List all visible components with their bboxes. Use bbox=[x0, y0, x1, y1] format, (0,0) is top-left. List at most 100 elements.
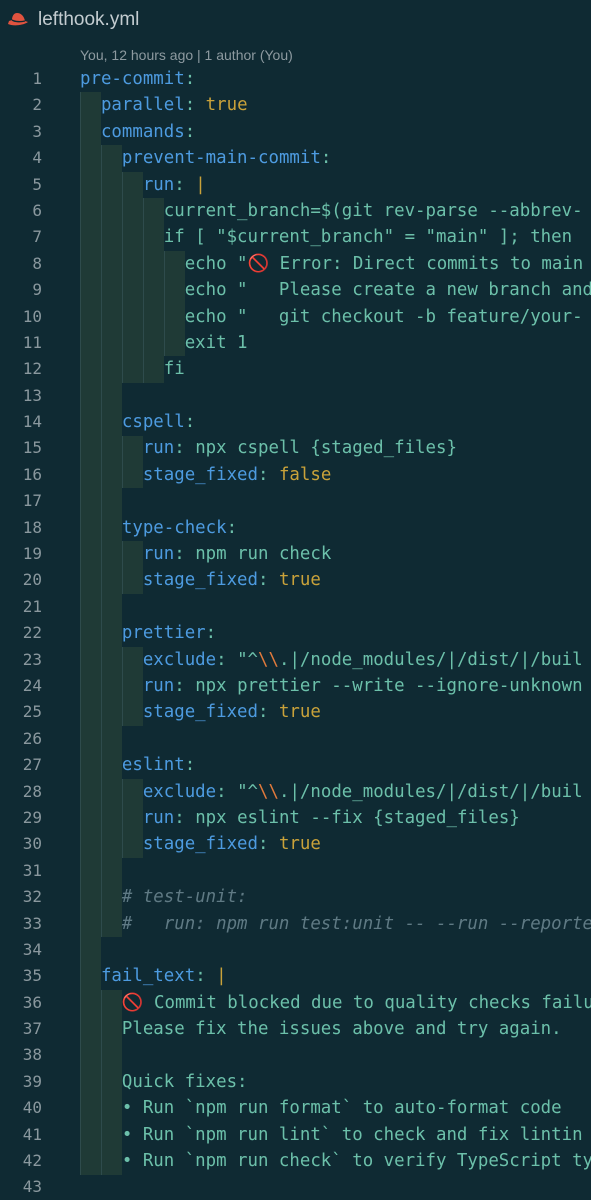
code-token: 🚫 Commit blocked due to quality checks f… bbox=[80, 992, 591, 1013]
code-token: current_branch=$(git rev-parse --abbrev- bbox=[80, 200, 583, 221]
code-line[interactable]: 41 • Run `npm run lint` to check and fix… bbox=[0, 1122, 591, 1148]
code-token: run bbox=[142, 174, 175, 195]
line-number: 32 bbox=[22, 887, 42, 907]
code-token: : npx prettier --write --ignore-unknown bbox=[174, 675, 583, 696]
code-line[interactable]: 11 exit 1 bbox=[0, 330, 591, 356]
line-number: 28 bbox=[22, 781, 42, 801]
code-token: echo " Please create a new branch and bbox=[80, 280, 591, 301]
code-token: exclude bbox=[142, 649, 217, 670]
code-line[interactable]: 27 eslint: bbox=[0, 752, 591, 778]
code-line[interactable]: 4 prevent-main-commit: bbox=[0, 145, 591, 171]
code-line[interactable]: 8 echo "🚫 Error: Direct commits to main bbox=[0, 251, 591, 277]
code-token: prettier bbox=[121, 623, 206, 644]
line-content: eslint: bbox=[80, 752, 195, 778]
code-line[interactable]: 5 run: | bbox=[0, 172, 591, 198]
code-line[interactable]: 7 if [ "$current_branch" = "main" ]; the… bbox=[0, 224, 591, 250]
tab-title[interactable]: lefthook.yml bbox=[38, 6, 139, 34]
line-number: 19 bbox=[22, 544, 42, 564]
code-line[interactable]: 1 pre-commit: bbox=[0, 66, 591, 92]
code-token: : bbox=[184, 755, 196, 776]
code-line[interactable]: 10 echo " git checkout -b feature/your- bbox=[0, 304, 591, 330]
code-line[interactable]: 20 stage_fixed: true bbox=[0, 567, 591, 593]
lefthook-icon bbox=[6, 11, 30, 29]
code-token: : bbox=[258, 570, 279, 591]
line-number: 31 bbox=[22, 860, 42, 880]
git-blame-codelens[interactable]: You, 12 hours ago | 1 author (You) bbox=[80, 45, 293, 65]
code-line[interactable]: 17 bbox=[0, 488, 591, 514]
code-line[interactable]: 12 fi bbox=[0, 356, 591, 382]
code-line[interactable]: 24 run: npx prettier --write --ignore-un… bbox=[0, 673, 591, 699]
code-line[interactable]: 15 run: npx cspell {staged_files} bbox=[0, 435, 591, 461]
code-line[interactable]: 19 run: npm run check bbox=[0, 541, 591, 567]
line-content: commands: bbox=[80, 119, 195, 145]
code-line[interactable]: 23 exclude: "^\\.|/node_modules/|/dist/|… bbox=[0, 647, 591, 673]
code-line[interactable]: 37 Please fix the issues above and try a… bbox=[0, 1016, 591, 1042]
line-number: 22 bbox=[22, 623, 42, 643]
code-line[interactable]: 3 commands: bbox=[0, 119, 591, 145]
code-line[interactable]: 35 fail_text: | bbox=[0, 963, 591, 989]
line-number: 2 bbox=[32, 95, 42, 115]
code-line[interactable]: 14 cspell: bbox=[0, 409, 591, 435]
line-content: exclude: "^\\.|/node_modules/|/dist/|/bu… bbox=[80, 647, 583, 673]
code-line[interactable]: 25 stage_fixed: true bbox=[0, 699, 591, 725]
code-line[interactable]: 43 bbox=[0, 1174, 591, 1200]
code-token: : bbox=[184, 69, 196, 89]
code-token: stage_fixed bbox=[142, 702, 258, 723]
line-content: if [ "$current_branch" = "main" ]; then bbox=[80, 224, 572, 250]
code-lines: 1 pre-commit: 2 parallel: true 3 commands: 4… bbox=[0, 66, 591, 1200]
code-line[interactable]: 18 type-check: bbox=[0, 515, 591, 541]
code-line[interactable]: 16 stage_fixed: false bbox=[0, 462, 591, 488]
line-number: 39 bbox=[22, 1071, 42, 1091]
code-line[interactable]: 42 • Run `npm run check` to verify TypeS… bbox=[0, 1148, 591, 1174]
code-line[interactable]: 39 Quick fixes: bbox=[0, 1069, 591, 1095]
code-line[interactable]: 38 bbox=[0, 1042, 591, 1068]
code-line[interactable]: 40 • Run `npm run format` to auto-format… bbox=[0, 1095, 591, 1121]
line-content: Please fix the issues above and try agai… bbox=[80, 1016, 562, 1042]
code-line[interactable]: 9 echo " Please create a new branch and bbox=[0, 277, 591, 303]
code-line[interactable]: 26 bbox=[0, 726, 591, 752]
code-token: • Run `npm run format` to auto-format co… bbox=[80, 1098, 562, 1119]
line-content: stage_fixed: true bbox=[80, 567, 321, 593]
code-line[interactable]: 33 # run: npm run test:unit -- --run --r… bbox=[0, 911, 591, 937]
code-token: cspell bbox=[121, 412, 185, 433]
code-line[interactable]: 36 🚫 Commit blocked due to quality check… bbox=[0, 990, 591, 1016]
code-editor[interactable]: 1 pre-commit: 2 parallel: true 3 commands: 4… bbox=[0, 66, 591, 1200]
code-line[interactable]: 30 stage_fixed: true bbox=[0, 831, 591, 857]
line-content: • Run `npm run check` to verify TypeScri… bbox=[80, 1148, 591, 1174]
line-content: run: npm run check bbox=[80, 541, 331, 567]
code-token: : bbox=[184, 412, 196, 433]
code-line[interactable]: 29 run: npx eslint --fix {staged_files} bbox=[0, 805, 591, 831]
code-line[interactable]: 13 bbox=[0, 383, 591, 409]
line-number: 30 bbox=[22, 834, 42, 854]
code-token: # run: npm run test:unit -- --run --repo… bbox=[80, 913, 591, 934]
line-number: 15 bbox=[22, 438, 42, 458]
code-line[interactable]: 22 prettier: bbox=[0, 620, 591, 646]
code-line[interactable]: 28 exclude: "^\\.|/node_modules/|/dist/|… bbox=[0, 779, 591, 805]
code-token: prevent-main-commit bbox=[121, 148, 321, 169]
line-number: 27 bbox=[22, 755, 42, 775]
code-line[interactable]: 34 bbox=[0, 937, 591, 963]
code-token: true bbox=[278, 834, 321, 855]
code-token: : bbox=[205, 623, 217, 644]
code-token: stage_fixed bbox=[142, 834, 258, 855]
line-content: echo " Please create a new branch and bbox=[80, 277, 591, 303]
code-token: : bbox=[184, 121, 196, 142]
code-line[interactable]: 2 parallel: true bbox=[0, 92, 591, 118]
line-content: # run: npm run test:unit -- --run --repo… bbox=[80, 911, 591, 937]
code-line[interactable]: 31 bbox=[0, 858, 591, 884]
editor-tab-header[interactable]: lefthook.yml bbox=[0, 0, 591, 40]
line-content: exit 1 bbox=[80, 330, 248, 356]
code-line[interactable]: 21 bbox=[0, 594, 591, 620]
line-number: 25 bbox=[22, 702, 42, 722]
code-line[interactable]: 6 current_branch=$(git rev-parse --abbre… bbox=[0, 198, 591, 224]
line-content: 🚫 Commit blocked due to quality checks f… bbox=[80, 990, 591, 1016]
code-line[interactable]: 32 # test-unit: bbox=[0, 884, 591, 910]
line-content: stage_fixed: false bbox=[80, 462, 331, 488]
line-content: fail_text: | bbox=[80, 963, 227, 989]
code-token: run bbox=[142, 675, 175, 696]
